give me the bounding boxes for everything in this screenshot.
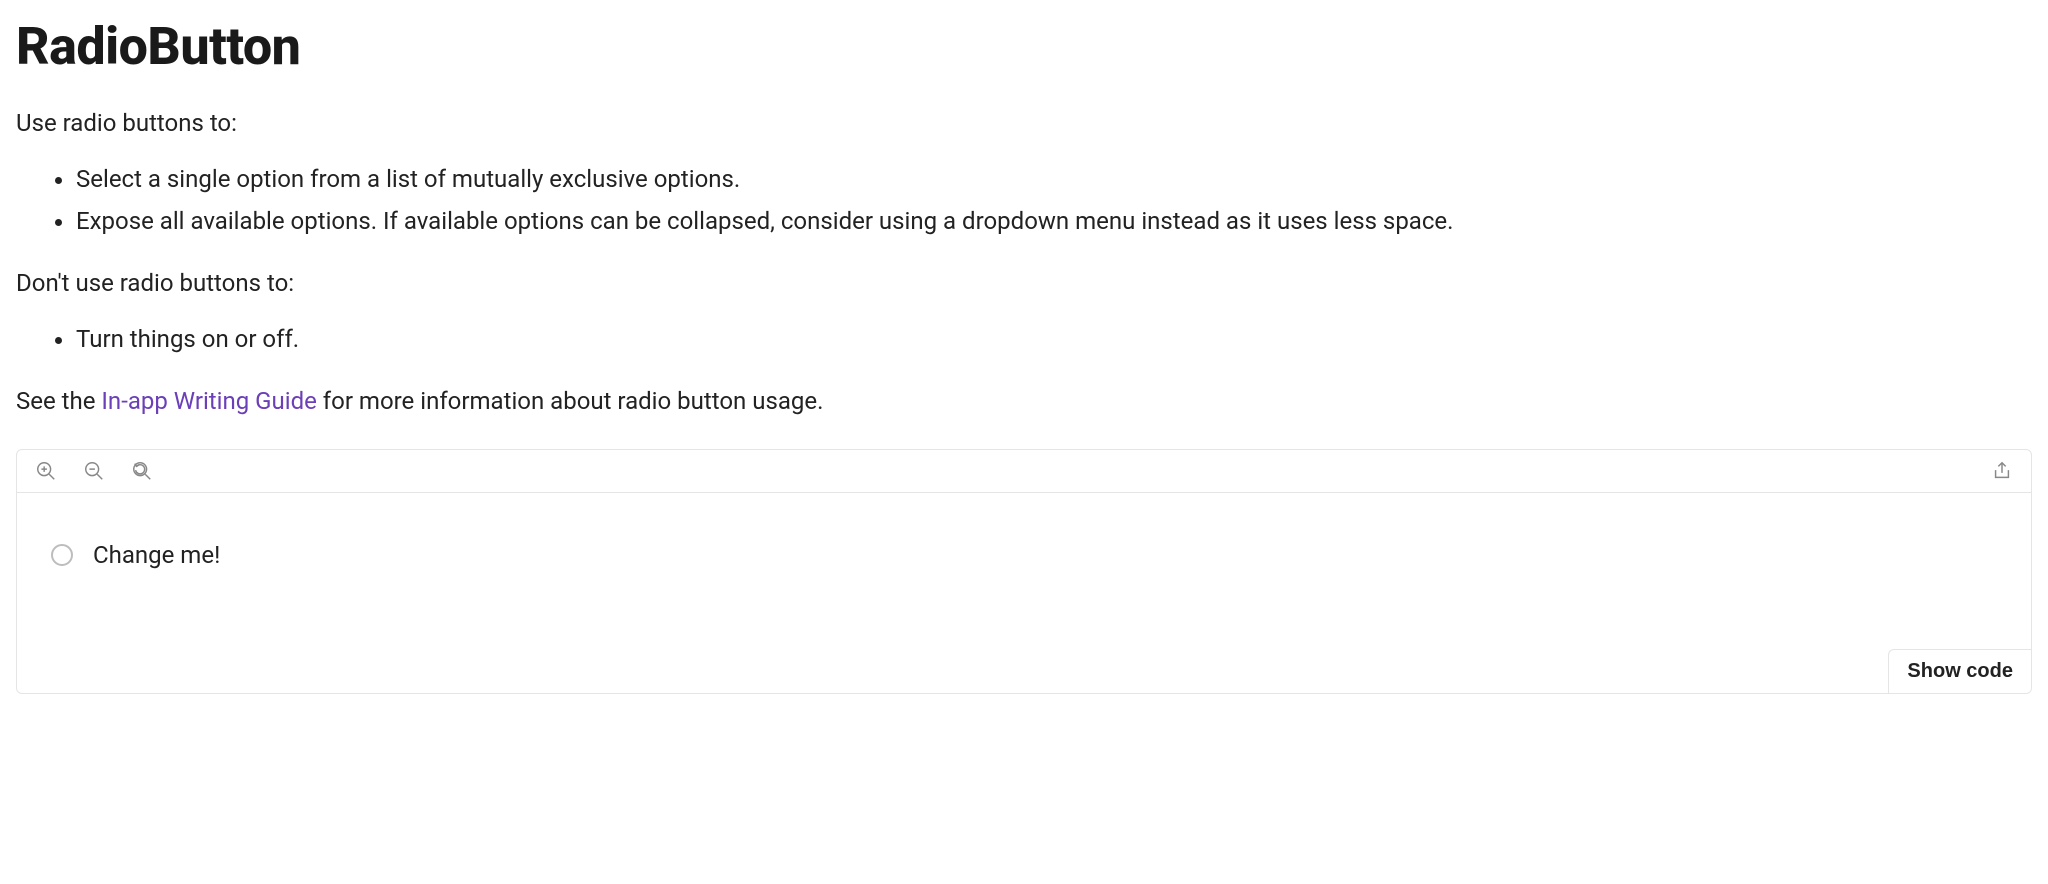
writing-guide-link[interactable]: In-app Writing Guide [101, 387, 316, 415]
radio-button[interactable]: Change me! [51, 541, 220, 569]
page-title: RadioButton [16, 16, 2032, 77]
see-line: See the In-app Writing Guide for more in… [16, 383, 2032, 419]
intro-dont: Don't use radio buttons to: [16, 265, 2032, 301]
see-suffix: for more information about radio button … [317, 387, 824, 415]
intro-use: Use radio buttons to: [16, 105, 2032, 141]
list-item: Expose all available options. If availab… [76, 203, 2032, 239]
example-body: Change me! Show code [17, 493, 2031, 693]
show-code-button[interactable]: Show code [1888, 649, 2031, 693]
use-list: Select a single option from a list of mu… [76, 161, 2032, 239]
example-toolbar [17, 450, 2031, 493]
toolbar-left [35, 460, 153, 482]
zoom-out-icon[interactable] [83, 460, 105, 482]
radio-circle-icon [51, 544, 73, 566]
share-icon[interactable] [1991, 460, 2013, 482]
list-item: Select a single option from a list of mu… [76, 161, 2032, 197]
radio-label: Change me! [93, 541, 220, 569]
see-prefix: See the [16, 387, 101, 415]
zoom-in-icon[interactable] [35, 460, 57, 482]
dont-list: Turn things on or off. [76, 321, 2032, 357]
list-item: Turn things on or off. [76, 321, 2032, 357]
reset-zoom-icon[interactable] [131, 460, 153, 482]
example-panel: Change me! Show code [16, 449, 2032, 694]
